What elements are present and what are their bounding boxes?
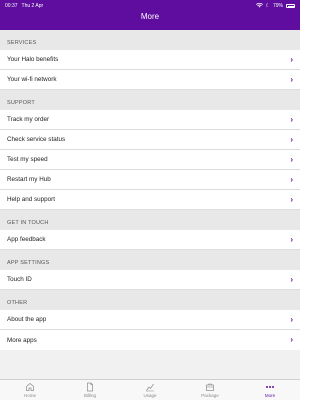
menu-list: SERVICES Your Halo benefits › Your wi-fi… — [0, 30, 300, 379]
menu-item-halo-benefits[interactable]: Your Halo benefits › — [0, 50, 300, 70]
chevron-right-icon: › — [290, 234, 293, 244]
menu-item-about-app[interactable]: About the app › — [0, 310, 300, 330]
chevron-right-icon: › — [290, 194, 293, 204]
menu-item-label: Your Halo benefits — [7, 56, 59, 63]
moon-icon: ☾ — [265, 3, 270, 9]
chevron-right-icon: › — [290, 114, 293, 124]
tab-package[interactable]: Package — [180, 380, 240, 400]
document-icon — [87, 382, 93, 392]
menu-item-label: Your wi-fi network — [7, 76, 57, 83]
section-header-get-in-touch: GET IN TOUCH — [0, 210, 300, 230]
status-bar: 00:37 Thu 2 Apr ☾ 79% — [5, 2, 295, 10]
chevron-right-icon: › — [290, 74, 293, 84]
status-time: 00:37 — [5, 3, 18, 9]
section-header-app-settings: APP SETTINGS — [0, 250, 300, 270]
chevron-right-icon: › — [290, 54, 293, 64]
tab-label: More — [264, 393, 276, 398]
tab-bar: Home Billing Usage Package More — [0, 379, 300, 400]
menu-item-service-status[interactable]: Check service status › — [0, 130, 300, 150]
chevron-right-icon: › — [290, 134, 293, 144]
menu-item-label: Test my speed — [7, 156, 48, 163]
section-header-other: OTHER — [0, 290, 300, 310]
menu-item-label: App feedback — [7, 236, 46, 243]
more-icon — [266, 386, 274, 388]
menu-item-test-speed[interactable]: Test my speed › — [0, 150, 300, 170]
menu-item-label: More apps — [7, 336, 37, 344]
header-bar: 00:37 Thu 2 Apr ☾ 79% More — [0, 0, 300, 30]
menu-item-label: Track my order — [7, 116, 50, 123]
menu-item-label: Restart my Hub — [7, 176, 51, 183]
tab-billing[interactable]: Billing — [60, 380, 120, 400]
tab-home[interactable]: Home — [0, 380, 60, 400]
menu-item-app-feedback[interactable]: App feedback › — [0, 230, 300, 250]
menu-item-label: Help and support — [7, 196, 55, 203]
tab-label: Package — [201, 393, 219, 398]
page-title: More — [140, 12, 160, 21]
menu-item-track-order[interactable]: Track my order › — [0, 110, 300, 130]
tab-label: Usage — [143, 393, 157, 398]
chevron-right-icon: › — [290, 274, 293, 284]
tab-usage[interactable]: Usage — [120, 380, 180, 400]
menu-item-label: Check service status — [7, 136, 66, 143]
tab-label: Billing — [83, 393, 96, 398]
home-icon — [26, 383, 34, 391]
tab-label: Home — [23, 393, 36, 398]
chevron-right-icon: › — [290, 314, 293, 324]
menu-item-more-apps[interactable]: More apps › — [0, 330, 300, 350]
menu-item-restart-hub[interactable]: Restart my Hub › — [0, 170, 300, 190]
status-date: Thu 2 Apr — [21, 3, 44, 9]
chevron-right-icon: › — [290, 335, 293, 344]
menu-item-touch-id[interactable]: Touch ID › — [0, 270, 300, 290]
chevron-right-icon: › — [290, 174, 293, 184]
menu-item-label: About the app — [7, 316, 47, 323]
section-header-services: SERVICES — [0, 30, 300, 50]
menu-item-label: Touch ID — [7, 276, 32, 283]
chart-icon — [146, 383, 154, 392]
battery-icon — [286, 4, 295, 8]
wifi-icon — [255, 2, 263, 10]
tab-more[interactable]: More — [240, 380, 300, 400]
menu-item-help-support[interactable]: Help and support › — [0, 190, 300, 210]
menu-item-wifi-network[interactable]: Your wi-fi network › — [0, 70, 300, 90]
battery-percent: 79% — [272, 3, 283, 9]
section-header-support: SUPPORT — [0, 90, 300, 110]
chevron-right-icon: › — [290, 154, 293, 164]
package-icon — [206, 383, 214, 391]
